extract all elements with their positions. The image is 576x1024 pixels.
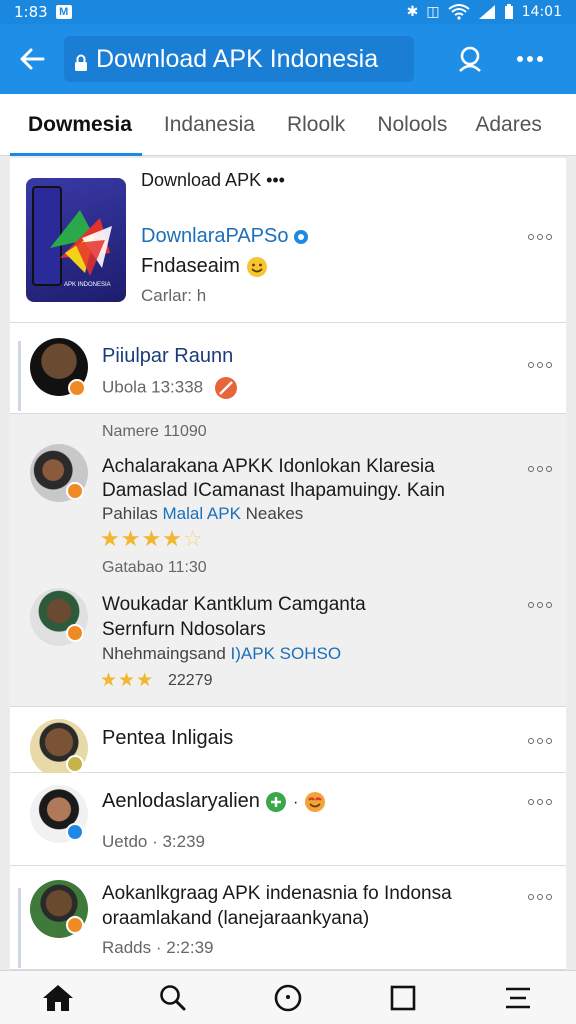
post-line-1: Aokanlkgraag APK indenasnia fo Indonsa (102, 883, 452, 904)
status-time: 1:83 (14, 3, 48, 21)
user-icon (459, 46, 481, 72)
wifi-icon (448, 4, 470, 20)
more-options-button[interactable] (528, 736, 552, 746)
nav-search-button[interactable] (143, 971, 203, 1024)
battery-icon (504, 4, 513, 19)
nav-circle-button[interactable] (258, 971, 318, 1024)
post-line-3: Pahilas Malal APK Neakes (102, 504, 304, 523)
square-icon (390, 985, 416, 1010)
overflow-menu-button[interactable] (500, 24, 560, 94)
post-line-2: Sernfurn Ndosolars (102, 619, 266, 640)
bluetooth-icon: ✱ (406, 4, 419, 20)
post-line-3: Nhehmaingsand I)APK SOHSO (102, 644, 342, 663)
badge-icon (66, 482, 84, 500)
signal-icon (478, 5, 495, 19)
more-options-button[interactable] (528, 232, 552, 242)
back-arrow-icon (20, 48, 45, 70)
status-bar: 1:83 M ✱ ◫ 14:01 (0, 0, 576, 24)
emoji-icon (304, 791, 325, 812)
profile-button[interactable] (440, 24, 500, 94)
circle-icon (274, 984, 302, 1011)
app-card[interactable]: APK INDONESIA Download APK ••• DownlaraP… (10, 158, 566, 323)
vibrate-icon: ◫ (426, 4, 440, 20)
nav-home-button[interactable] (28, 971, 88, 1024)
lock-icon (74, 50, 88, 71)
badge-icon (66, 624, 84, 642)
app-card-title: DownlaraPAPSo (141, 225, 309, 248)
bottom-nav (0, 970, 576, 1024)
post-line-1: Achalarakana APKK Idonlokan Klaresia (102, 456, 435, 477)
list-item[interactable]: Aenlodaslaryalien · Uetdo · 3:239 (10, 773, 566, 866)
address-bar[interactable]: Download APK Indonesia (64, 36, 414, 82)
post-author: Piiulpar Raunn (102, 345, 234, 367)
more-options-button[interactable] (528, 464, 552, 474)
mail-icon: M (55, 5, 72, 19)
list-item[interactable]: Pentea Inligais (10, 707, 566, 777)
group-header: Namere 11090 (102, 423, 207, 440)
star-rating: ★★★★☆ (100, 526, 204, 551)
star-rating: ★★★ (100, 670, 155, 691)
app-bar: Download APK Indonesia (0, 24, 576, 94)
feed: APK INDONESIA Download APK ••• DownlaraP… (10, 158, 566, 970)
post-meta: Ubola 13:338 (102, 376, 238, 400)
list-item[interactable]: Piiulpar Raunn Ubola 13:338 (10, 323, 566, 414)
verified-icon (294, 229, 309, 244)
home-icon (42, 984, 73, 1011)
plus-circle-icon (266, 791, 287, 812)
badge-icon (66, 916, 84, 934)
tab-3[interactable]: Rloolk (273, 94, 359, 156)
status-icons: ✱ ◫ 14:01 (407, 4, 562, 20)
app-card-header: Download APK ••• (141, 170, 285, 190)
more-options-button[interactable] (528, 600, 552, 610)
app-card-meta: Carlar: h (141, 286, 207, 305)
badge-icon (66, 823, 84, 841)
back-button[interactable] (0, 24, 64, 94)
post-line-2: Damaslad ICamanast lhapamuingy. Kain (102, 480, 445, 501)
more-options-button[interactable] (528, 360, 552, 370)
page-title: Download APK Indonesia (96, 44, 379, 73)
post-author: Pentea Inligais (102, 727, 234, 749)
tab-4[interactable]: Nolools (363, 94, 461, 156)
post-group: Namere 11090 Achalarakana APKK Idonlokan… (10, 414, 566, 707)
app-card-subtitle: Fndaseaim (141, 255, 268, 278)
post-meta: Radds · 2:2:39 (102, 938, 214, 957)
no-entry-icon (214, 377, 237, 399)
rating-count: 22279 (168, 672, 213, 689)
search-icon (159, 984, 186, 1010)
nav-menu-button[interactable] (488, 971, 548, 1024)
tab-1[interactable]: Dowmesia (0, 94, 142, 156)
tab-5[interactable]: Adares (461, 94, 556, 156)
nav-square-button[interactable] (373, 971, 433, 1024)
badge-icon (66, 755, 84, 773)
more-options-button[interactable] (528, 797, 552, 807)
emoji-icon (246, 256, 267, 277)
status-clock: 14:01 (521, 4, 562, 20)
tab-2[interactable]: Indanesia (150, 94, 269, 156)
post-meta: Uetdo · 3:239 (102, 832, 206, 851)
menu-icon (506, 987, 531, 1008)
more-horizontal-icon (517, 56, 543, 62)
post-author: Aenlodaslaryalien · (102, 790, 326, 813)
list-item[interactable]: Aokanlkgraag APK indenasnia fo Indonsa o… (10, 866, 566, 970)
badge-icon (68, 379, 86, 397)
post-line-2: oraamlakand (lanejaraankyana) (102, 908, 370, 929)
app-icon: APK INDONESIA (26, 178, 126, 302)
post-line-1: Woukadar Kantklum Camganta (102, 594, 366, 615)
post-meta: Gatabao 11:30 (102, 559, 207, 576)
more-options-button[interactable] (528, 892, 552, 902)
tab-bar: Dowmesia Indanesia Rloolk Nolools Adares (0, 94, 576, 156)
